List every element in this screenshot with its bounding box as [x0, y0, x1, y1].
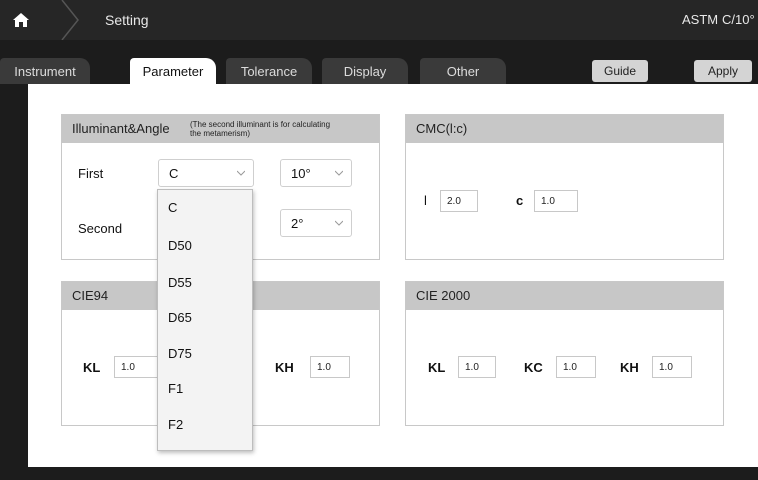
apply-button[interactable]: Apply — [694, 60, 752, 82]
second-angle-select[interactable]: 2° — [280, 209, 352, 237]
panel-header: Illuminant&Angle (The second illuminant … — [62, 115, 379, 143]
chevron-down-icon — [335, 170, 343, 176]
illuminant-dropdown-list: C D50 D55 D65 D75 F1 F2 — [157, 189, 253, 451]
first-angle-value: 10° — [291, 166, 311, 181]
cmc-l-label: l — [424, 193, 427, 208]
dropdown-option-d75[interactable]: D75 — [168, 346, 192, 361]
home-icon[interactable] — [12, 12, 30, 28]
breadcrumb-separator — [61, 0, 79, 40]
tab-instrument[interactable]: Instrument — [0, 58, 90, 84]
cmc-l-input[interactable]: 2.0 — [440, 190, 478, 212]
cie2000-kl-input[interactable]: 1.0 — [458, 356, 496, 378]
cie2000-kl-label: KL — [428, 360, 446, 375]
panel-header: CIE 2000 — [406, 282, 723, 310]
chevron-down-icon — [335, 220, 343, 226]
cie2000-kh-label: KH — [620, 360, 639, 375]
tab-bar: Instrument Parameter Tolerance Display O… — [0, 58, 758, 84]
second-angle-value: 2° — [291, 216, 304, 231]
first-illuminant-select[interactable]: C — [158, 159, 254, 187]
dropdown-option-c[interactable]: C — [168, 200, 177, 215]
page-title: Setting — [105, 12, 149, 28]
cie2000-kh-input[interactable]: 1.0 — [652, 356, 692, 378]
cie94-kh-label: KH — [275, 360, 294, 375]
tab-other[interactable]: Other — [420, 58, 506, 84]
panel-note-2: the metamerism) — [190, 129, 251, 138]
first-angle-select[interactable]: 10° — [280, 159, 352, 187]
panel-title: CIE 2000 — [416, 288, 471, 303]
dropdown-option-d65[interactable]: D65 — [168, 310, 192, 325]
top-bar: Setting ASTM C/10° — [0, 0, 758, 40]
tab-display[interactable]: Display — [322, 58, 408, 84]
cmc-c-input[interactable]: 1.0 — [534, 190, 578, 212]
observer-label[interactable]: C/10° — [722, 12, 755, 27]
panel-title: CMC(l:c) — [416, 121, 468, 136]
tab-parameter[interactable]: Parameter — [130, 58, 216, 84]
panel-note: (The second illuminant is for calculatin… — [190, 120, 331, 129]
panel-title: Illuminant&Angle — [72, 121, 170, 136]
dropdown-option-f1[interactable]: F1 — [168, 381, 183, 396]
dropdown-option-d55[interactable]: D55 — [168, 275, 192, 290]
first-label: First — [78, 166, 104, 181]
tab-tolerance[interactable]: Tolerance — [226, 58, 312, 84]
dropdown-option-d50[interactable]: D50 — [168, 238, 192, 253]
cie94-kh-input[interactable]: 1.0 — [310, 356, 350, 378]
cie2000-kc-input[interactable]: 1.0 — [556, 356, 596, 378]
panel-header: CMC(l:c) — [406, 115, 723, 143]
second-label: Second — [78, 221, 123, 236]
standard-label[interactable]: ASTM — [682, 12, 718, 27]
cmc-c-label: c — [516, 193, 524, 208]
panel-title: CIE94 — [72, 288, 109, 303]
cmc-panel: CMC(l:c) l 2.0 c 1.0 — [405, 114, 724, 260]
first-illuminant-value: C — [169, 166, 179, 181]
dropdown-option-f2[interactable]: F2 — [168, 417, 183, 432]
chevron-down-icon — [237, 170, 245, 176]
cie2000-kc-label: KC — [524, 360, 543, 375]
cie94-kl-label: KL — [83, 360, 101, 375]
cie2000-panel: CIE 2000 KL 1.0 KC 1.0 KH 1.0 — [405, 281, 724, 426]
guide-button[interactable]: Guide — [592, 60, 648, 82]
cie94-kl-input[interactable]: 1.0 — [114, 356, 158, 378]
